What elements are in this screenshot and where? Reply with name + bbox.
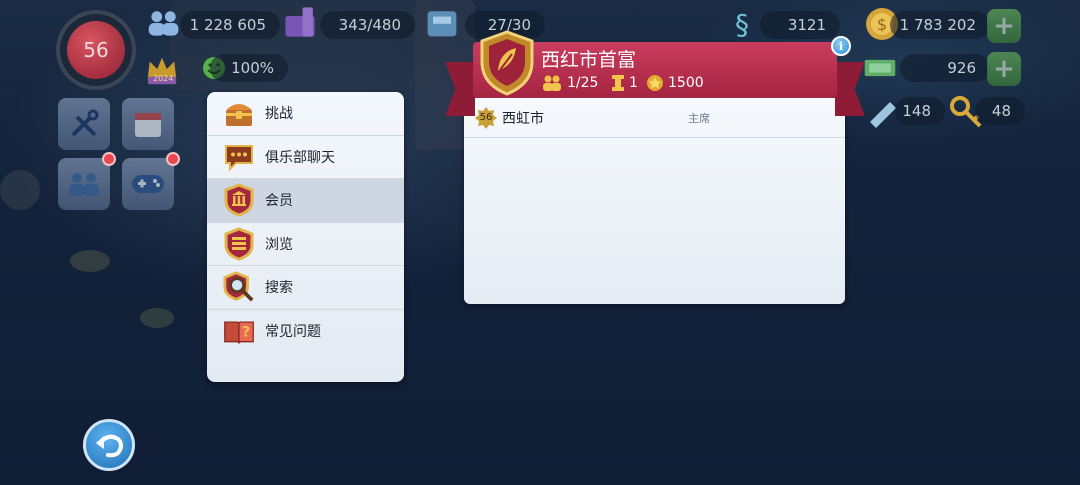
club-emblem-icon bbox=[478, 30, 536, 96]
svg-text:$: $ bbox=[877, 15, 887, 34]
member-level-badge: 56 bbox=[474, 106, 498, 130]
club-member-count: 1/25 bbox=[567, 75, 599, 91]
club-header-ribbon: 西红市首富 1/25 1 1500 i bbox=[445, 30, 865, 116]
menu-item-label: 常见问题 bbox=[265, 324, 321, 341]
menu-item-label: 搜索 bbox=[265, 280, 293, 297]
neo-icon: § bbox=[735, 7, 749, 41]
club-name: 西红市首富 bbox=[541, 49, 637, 71]
back-arrow-icon bbox=[96, 434, 123, 458]
menu-item-members[interactable]: 会员 bbox=[207, 179, 404, 223]
storage-counter: 343/480 bbox=[320, 11, 415, 39]
treasure-chest-icon bbox=[223, 97, 255, 129]
island bbox=[140, 308, 174, 328]
friends-icon bbox=[69, 173, 99, 196]
club-rank-icon bbox=[611, 74, 625, 96]
neo-counter: 3121 bbox=[760, 11, 840, 39]
member-level: 56 bbox=[479, 112, 493, 123]
ribbon-tail-right bbox=[835, 62, 865, 116]
gold-key-counter: 48 bbox=[975, 97, 1025, 125]
svg-text:?: ? bbox=[242, 325, 250, 341]
silver-key-counter: 148 bbox=[895, 97, 945, 125]
crown-badge-year: 2024 bbox=[153, 74, 174, 83]
player-level-badge: 56 bbox=[67, 21, 125, 79]
friends-notification-dot bbox=[102, 152, 116, 166]
magnifier-shield-icon bbox=[223, 271, 255, 303]
back-button[interactable] bbox=[83, 419, 135, 471]
friends-button[interactable] bbox=[58, 158, 110, 210]
menu-item-label: 会员 bbox=[265, 193, 293, 210]
menu-item-label: 俱乐部聊天 bbox=[265, 149, 335, 166]
simcash-counter: 926 bbox=[900, 54, 990, 82]
gamepad-icon bbox=[132, 175, 164, 193]
menu-item-label: 浏览 bbox=[265, 236, 293, 253]
add-simcash-button[interactable]: + bbox=[987, 52, 1021, 86]
list-shield-icon bbox=[223, 227, 255, 261]
club-points-icon bbox=[646, 74, 664, 96]
menu-item-browse[interactable]: 浏览 bbox=[207, 223, 404, 266]
player-level-ring[interactable]: 56 bbox=[56, 10, 136, 90]
info-icon: i bbox=[838, 39, 844, 53]
games-notification-dot bbox=[166, 152, 180, 166]
happiness-counter: 100% bbox=[210, 54, 288, 82]
menu-item-search[interactable]: 搜索 bbox=[207, 266, 404, 310]
help-book-icon: ? bbox=[223, 315, 255, 347]
club-members-panel: 56 西虹市 主席 bbox=[464, 98, 845, 304]
club-members-icon bbox=[541, 74, 563, 96]
menu-item-club-chat[interactable]: 俱乐部聊天 bbox=[207, 136, 404, 179]
workers-icon bbox=[424, 4, 460, 40]
member-row[interactable]: 56 西虹市 主席 bbox=[464, 98, 845, 138]
wrench-screwdriver-icon bbox=[71, 109, 99, 137]
club-info-button[interactable]: i bbox=[831, 36, 851, 56]
chat-bubble-icon bbox=[223, 141, 255, 173]
club-menu: 挑战 俱乐部聊天 会员 浏览 搜索 ? 常见问题 bbox=[207, 92, 404, 382]
menu-item-label: 挑战 bbox=[265, 106, 293, 123]
menu-item-faq[interactable]: ? 常见问题 bbox=[207, 310, 404, 354]
island bbox=[70, 250, 110, 272]
population-icon bbox=[146, 5, 182, 41]
member-role: 主席 bbox=[688, 111, 710, 125]
menu-item-challenges[interactable]: 挑战 bbox=[207, 92, 404, 136]
simoleon-counter: 1 783 202 bbox=[890, 11, 990, 39]
simcash-icon bbox=[862, 50, 898, 86]
member-name: 西虹市 bbox=[502, 110, 544, 127]
club-rank: 1 bbox=[629, 75, 638, 91]
storage-icon bbox=[282, 4, 318, 40]
settings-tools-button[interactable] bbox=[58, 98, 110, 150]
calendar-icon bbox=[135, 113, 161, 137]
ribbon-tail-left bbox=[445, 62, 475, 116]
games-button[interactable] bbox=[122, 158, 174, 210]
calendar-button[interactable] bbox=[122, 98, 174, 150]
club-points: 1500 bbox=[668, 75, 704, 91]
bank-shield-icon bbox=[223, 183, 255, 217]
coast bbox=[0, 170, 40, 210]
population-counter: 1 228 605 bbox=[180, 11, 280, 39]
add-simoleons-button[interactable]: + bbox=[987, 9, 1021, 43]
